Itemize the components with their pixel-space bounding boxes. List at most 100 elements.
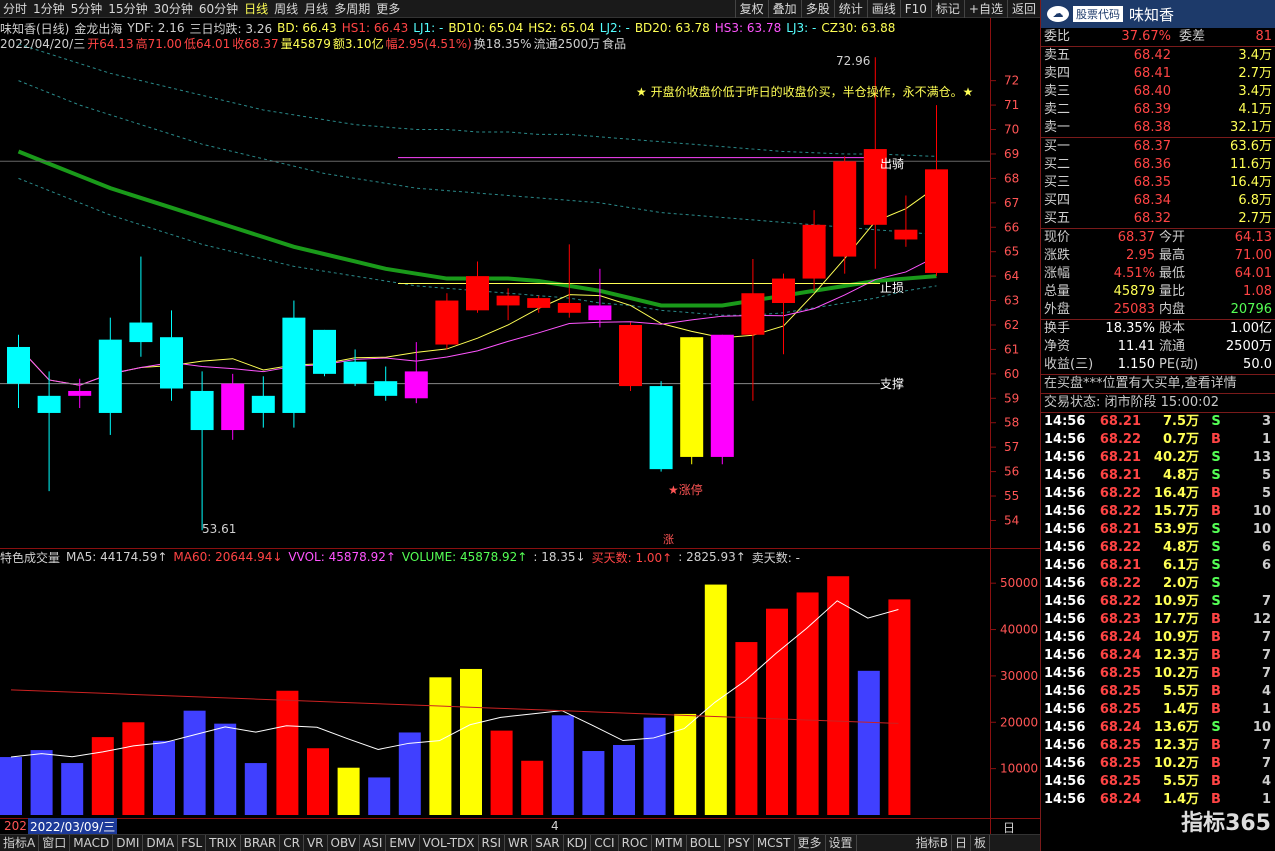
tick-list[interactable]: 14:56 68.21 7.5万 S 3 14:56 68.22 0.7万 B 1 14:56 68.…	[1041, 413, 1275, 809]
tick-volume: 4.8万	[1162, 540, 1199, 555]
quote-row: 涨跌 2.95 最高 71.00	[1041, 247, 1275, 265]
tick-count: 6	[1261, 540, 1271, 555]
indicator-tab[interactable]: 设置	[826, 835, 857, 851]
quote-value: 64.01	[1234, 266, 1272, 281]
level-label: 卖一	[1044, 120, 1071, 135]
volume-bar	[214, 723, 237, 815]
tick-direction: S	[1211, 522, 1221, 537]
tick-time: 14:56	[1044, 522, 1086, 537]
tick-time: 14:56	[1044, 612, 1086, 627]
tick-row: 14:56 68.25 1.4万 B 1	[1041, 701, 1275, 719]
tick-price: 68.21	[1099, 468, 1141, 483]
price-tick-label: 72	[1004, 74, 1019, 88]
price-tick-label: 66	[1004, 220, 1019, 234]
indicator-tab[interactable]: 指标A	[0, 835, 40, 851]
indicator-tab[interactable]: BOLL	[687, 835, 725, 851]
indicator-tab[interactable]: VOL-TDX	[420, 835, 479, 851]
date-prefix: 202	[4, 819, 27, 833]
order-book-row: 买四 68.34 6.8万	[1041, 192, 1275, 210]
quote-label: 最高	[1159, 248, 1186, 263]
tick-price: 68.21	[1099, 522, 1141, 537]
tick-volume: 10.9万	[1153, 594, 1199, 609]
indicator-tab[interactable]: KDJ	[564, 835, 592, 851]
zhicheng-label: 支撑	[880, 376, 904, 391]
indicator-tab[interactable]: DMI	[113, 835, 144, 851]
indicator-tab[interactable]: CCI	[591, 835, 619, 851]
indicator-tab[interactable]: PSY	[725, 835, 754, 851]
tick-direction: B	[1211, 684, 1221, 699]
price-tick-label: 61	[1004, 342, 1019, 356]
tick-row: 14:56 68.23 17.7万 B 12	[1041, 611, 1275, 629]
volume-tick-label: 20000	[1000, 715, 1038, 729]
indicator-tab-right[interactable]: 指标B	[913, 835, 952, 851]
quote-value: 18.35%	[1105, 321, 1155, 336]
indicator-tab[interactable]: MACD	[70, 835, 114, 851]
tick-price: 68.23	[1099, 612, 1141, 627]
indicator-tab-right[interactable]: 板	[971, 835, 990, 851]
stock-code[interactable]: 股票代码	[1073, 6, 1123, 22]
indicator-tab[interactable]: MCST	[754, 835, 795, 851]
ma-line-long	[18, 43, 937, 157]
indicator-tabs-bar: 指标A 窗口 MACD DMI DMA FSL TRIX BRAR CR VR OBV ASI EMV V…	[0, 834, 1040, 851]
candle-body	[619, 324, 642, 387]
weibi-label: 委比	[1044, 29, 1071, 44]
volume-bar	[796, 592, 819, 815]
tick-row: 14:56 68.25 12.3万 B 7	[1041, 737, 1275, 755]
quote-value: 45879	[1113, 284, 1155, 299]
indicator-tab[interactable]: SAR	[532, 835, 564, 851]
price-tick-label: 63	[1004, 294, 1019, 308]
level-price: 68.34	[1133, 193, 1171, 208]
volume-bar	[704, 584, 727, 815]
tick-row: 14:56 68.21 4.8万 S 5	[1041, 467, 1275, 485]
price-tick-label: 70	[1004, 123, 1019, 137]
candle-body	[588, 305, 612, 321]
indicator-tab[interactable]: OBV	[328, 835, 361, 851]
indicator-tab[interactable]: RSI	[479, 835, 506, 851]
indicator-tab[interactable]: ROC	[619, 835, 652, 851]
indicator-tab[interactable]: 窗口	[39, 835, 71, 851]
indicator-tab[interactable]: CR	[280, 835, 304, 851]
candle-body	[466, 276, 489, 311]
indicator-tab[interactable]: WR	[505, 835, 533, 851]
tick-volume: 2.0万	[1162, 576, 1199, 591]
indicator-tabs-right: 指标B 日板	[913, 835, 990, 851]
indicator-tab[interactable]: DMA	[143, 835, 179, 851]
tick-time: 14:56	[1044, 648, 1086, 663]
quote-label: 内盘	[1159, 302, 1186, 317]
weicha-value: 81	[1255, 29, 1272, 44]
candle-body	[221, 383, 245, 431]
indicator-tab[interactable]: BRAR	[241, 835, 281, 851]
indicator-tab[interactable]: VR	[304, 835, 328, 851]
indicator-tab[interactable]: FSL	[178, 835, 207, 851]
volume-ma60-line	[10, 689, 899, 724]
quote-row: 外盘 25083 内盘 20796	[1041, 301, 1275, 319]
tick-price: 68.24	[1099, 630, 1141, 645]
tick-volume: 4.8万	[1162, 468, 1199, 483]
candle-body	[282, 317, 306, 413]
indicator-tab[interactable]: EMV	[386, 835, 420, 851]
volume-legend-item: 卖天数: -	[751, 550, 800, 565]
stock-name: 味知香	[1129, 5, 1175, 24]
tick-direction: B	[1211, 630, 1221, 645]
tick-row: 14:56 68.21 40.2万 S 13	[1041, 449, 1275, 467]
level-label: 买二	[1044, 157, 1071, 172]
volume-bar	[30, 750, 53, 815]
price-tick-label: 54	[1004, 513, 1019, 527]
notice-row[interactable]: 在买盘***位置有大买单,查看详情	[1041, 375, 1275, 393]
indicator-tab[interactable]: ASI	[360, 835, 387, 851]
indicator-tab[interactable]: MTM	[652, 835, 687, 851]
candle-body	[98, 339, 122, 413]
tick-volume: 7.5万	[1162, 414, 1199, 429]
indicator-tab[interactable]: 更多	[795, 835, 826, 851]
volume-tick-label: 50000	[1000, 576, 1038, 590]
candle-body	[251, 395, 275, 413]
volume-bar	[0, 757, 22, 815]
level-price: 68.35	[1133, 175, 1171, 190]
indicator-tab[interactable]: TRIX	[206, 835, 241, 851]
quote-label: 涨跌	[1044, 248, 1071, 263]
indicator-tab-right[interactable]: 日	[952, 835, 971, 851]
quote-label: 收益(三)	[1044, 357, 1094, 372]
tick-row: 14:56 68.25 10.2万 B 7	[1041, 755, 1275, 773]
quote-value: 1.150	[1117, 357, 1155, 372]
candlestick-chart[interactable]: 72 71 70 69 68 67 66 65 64 63 62 61 60 59 58 57 56 55 54 5…	[0, 0, 1040, 834]
